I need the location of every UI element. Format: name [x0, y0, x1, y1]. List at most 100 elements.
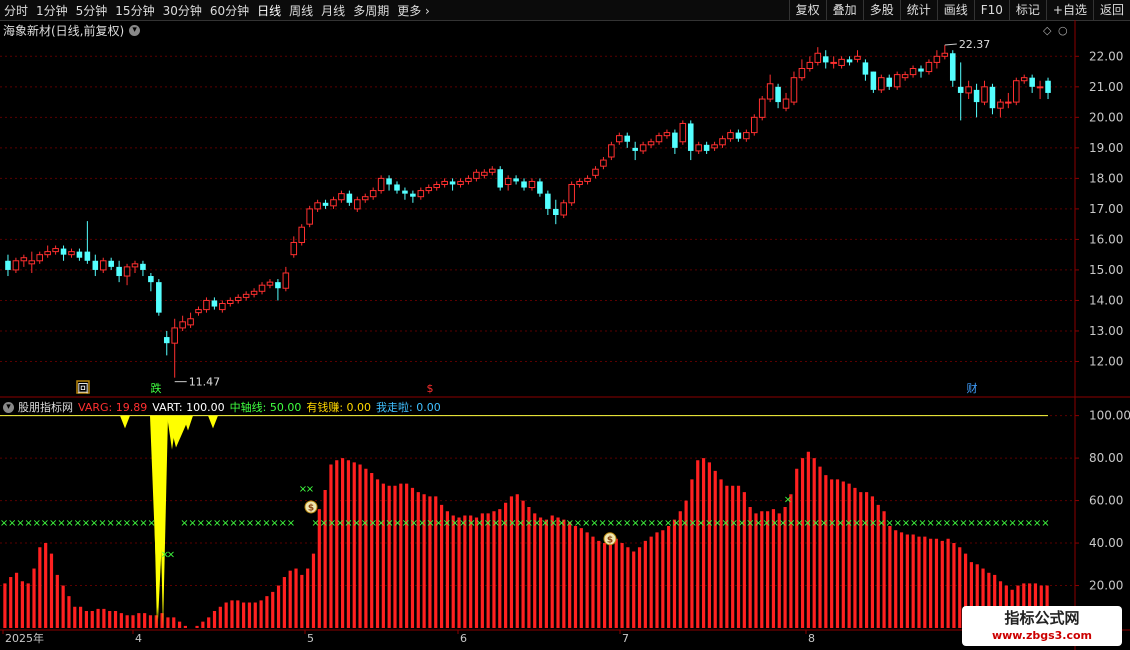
indicator-value-3: 有钱赚: 0.00: [306, 401, 372, 414]
money-bag-icon-glyph: $: [308, 503, 314, 513]
candle-body-3: [28, 260, 36, 265]
candle-body-68: [545, 193, 551, 209]
price-tick-3: 19.00: [1089, 141, 1123, 155]
candle-body-59: [473, 171, 480, 179]
candle-body-100: [798, 68, 806, 79]
signal-cross-1: ×: [167, 550, 175, 561]
middle-line-mark: ×: [976, 518, 984, 529]
middle-line-mark: ×: [959, 518, 967, 529]
candle-body-58: [465, 177, 472, 182]
middle-line-mark: ×: [935, 518, 943, 529]
candle-body-37: [298, 226, 306, 243]
middle-line-mark: ×: [8, 518, 16, 529]
middle-line-mark: ×: [762, 518, 770, 529]
candle-body-123: [981, 86, 988, 103]
middle-line-mark: ×: [369, 518, 377, 529]
candle-body-117: [933, 55, 941, 63]
candle-body-1: [12, 260, 20, 271]
indicator-tick-2: 60.00: [1089, 494, 1123, 508]
candle-body-76: [608, 144, 615, 158]
middle-line-mark: ×: [426, 518, 434, 529]
middle-line-mark: ×: [639, 518, 647, 529]
candle-body-111: [886, 77, 893, 87]
indicator-name[interactable]: 股朋指标网: [18, 399, 73, 415]
middle-line-mark: ×: [221, 518, 229, 529]
candle-body-35: [282, 272, 290, 289]
candle-body-88: [703, 144, 710, 151]
x-label-4: 7: [622, 632, 629, 645]
middle-line-mark: ×: [1033, 518, 1041, 529]
indicator-tick-0: 100.00: [1089, 409, 1130, 423]
middle-line-mark: ×: [623, 518, 631, 529]
candle-body-127: [1012, 80, 1020, 103]
candle-body-15: [123, 266, 131, 277]
candle-body-6: [52, 248, 59, 253]
candle-body-129: [1029, 77, 1035, 87]
candle-body-86: [687, 123, 694, 151]
candle-body-51: [410, 193, 416, 197]
price-tick-4: 18.00: [1089, 171, 1123, 185]
candle-body-28: [226, 299, 234, 304]
price-chart[interactable]: 22.00 21.00 20.00 19.00 18.00 17.00 16.00 15.00…: [0, 0, 1130, 650]
candle-body-31: [250, 290, 258, 295]
money-bag-icon-glyph: $: [607, 535, 613, 545]
middle-line-mark: ×: [238, 518, 246, 529]
middle-line-mark: ×: [197, 518, 205, 529]
candle-body-43: [346, 193, 353, 203]
candle-body-98: [782, 98, 790, 109]
candle-body-94: [750, 116, 758, 134]
candle-body-92: [735, 132, 742, 139]
middle-line-mark: ×: [926, 518, 934, 529]
candle-body-97: [775, 86, 781, 103]
signal-cross-3: ×: [306, 484, 314, 495]
middle-line-mark: ×: [820, 518, 828, 529]
chevron-down-icon[interactable]: ▾: [3, 401, 14, 413]
candle-body-101: [806, 61, 814, 70]
candle-body-10: [84, 251, 91, 261]
middle-line-mark: ×: [82, 518, 90, 529]
middle-line-mark: ×: [451, 518, 459, 529]
candle-body-19: [156, 282, 162, 313]
candle-body-103: [822, 56, 829, 63]
yellow-spike-6: [208, 415, 218, 429]
candle-body-5: [44, 251, 51, 256]
candle-body-62: [497, 169, 503, 188]
candle-body-34: [275, 282, 281, 289]
candle-body-38: [306, 208, 313, 225]
candle-body-57: [457, 180, 464, 185]
candle-body-112: [893, 74, 901, 88]
middle-line-mark: ×: [566, 518, 574, 529]
candle-body-63: [504, 177, 512, 185]
middle-line-mark: ×: [254, 518, 262, 529]
candle-body-20: [163, 337, 170, 344]
middle-line-mark: ×: [229, 518, 237, 529]
middle-line-mark: ×: [713, 518, 721, 529]
candle-body-4: [36, 254, 44, 262]
candle-body-44: [354, 199, 361, 210]
candle-body-55: [441, 180, 448, 185]
middle-line-mark: ×: [123, 518, 131, 529]
candle-body-122: [973, 89, 980, 103]
candle-body-12: [99, 260, 107, 271]
candle-body-48: [386, 178, 392, 185]
middle-line-mark: ×: [262, 518, 270, 529]
x-label-5: 8: [808, 632, 815, 645]
middle-line-mark: ×: [697, 518, 705, 529]
middle-line-mark: ×: [1041, 518, 1049, 529]
candle-body-32: [258, 284, 266, 292]
middle-line-mark: ×: [902, 518, 910, 529]
middle-line-mark: ×: [287, 518, 295, 529]
middle-line-mark: ×: [598, 518, 606, 529]
candle-body-90: [719, 138, 726, 146]
middle-line-mark: ×: [213, 518, 221, 529]
middle-line-mark: ×: [803, 518, 811, 529]
middle-line-mark: ×: [738, 518, 746, 529]
candle-body-24: [195, 309, 202, 314]
middle-line-mark: ×: [205, 518, 213, 529]
watermark-title: 指标公式网: [1004, 609, 1080, 627]
watermark-logo: 指标公式网 www.zbgs3.com: [962, 606, 1122, 646]
candle-body-29: [234, 296, 242, 301]
price-tick-0: 22.00: [1089, 49, 1123, 63]
candle-body-18: [148, 276, 154, 283]
middle-line-mark: ×: [861, 518, 869, 529]
